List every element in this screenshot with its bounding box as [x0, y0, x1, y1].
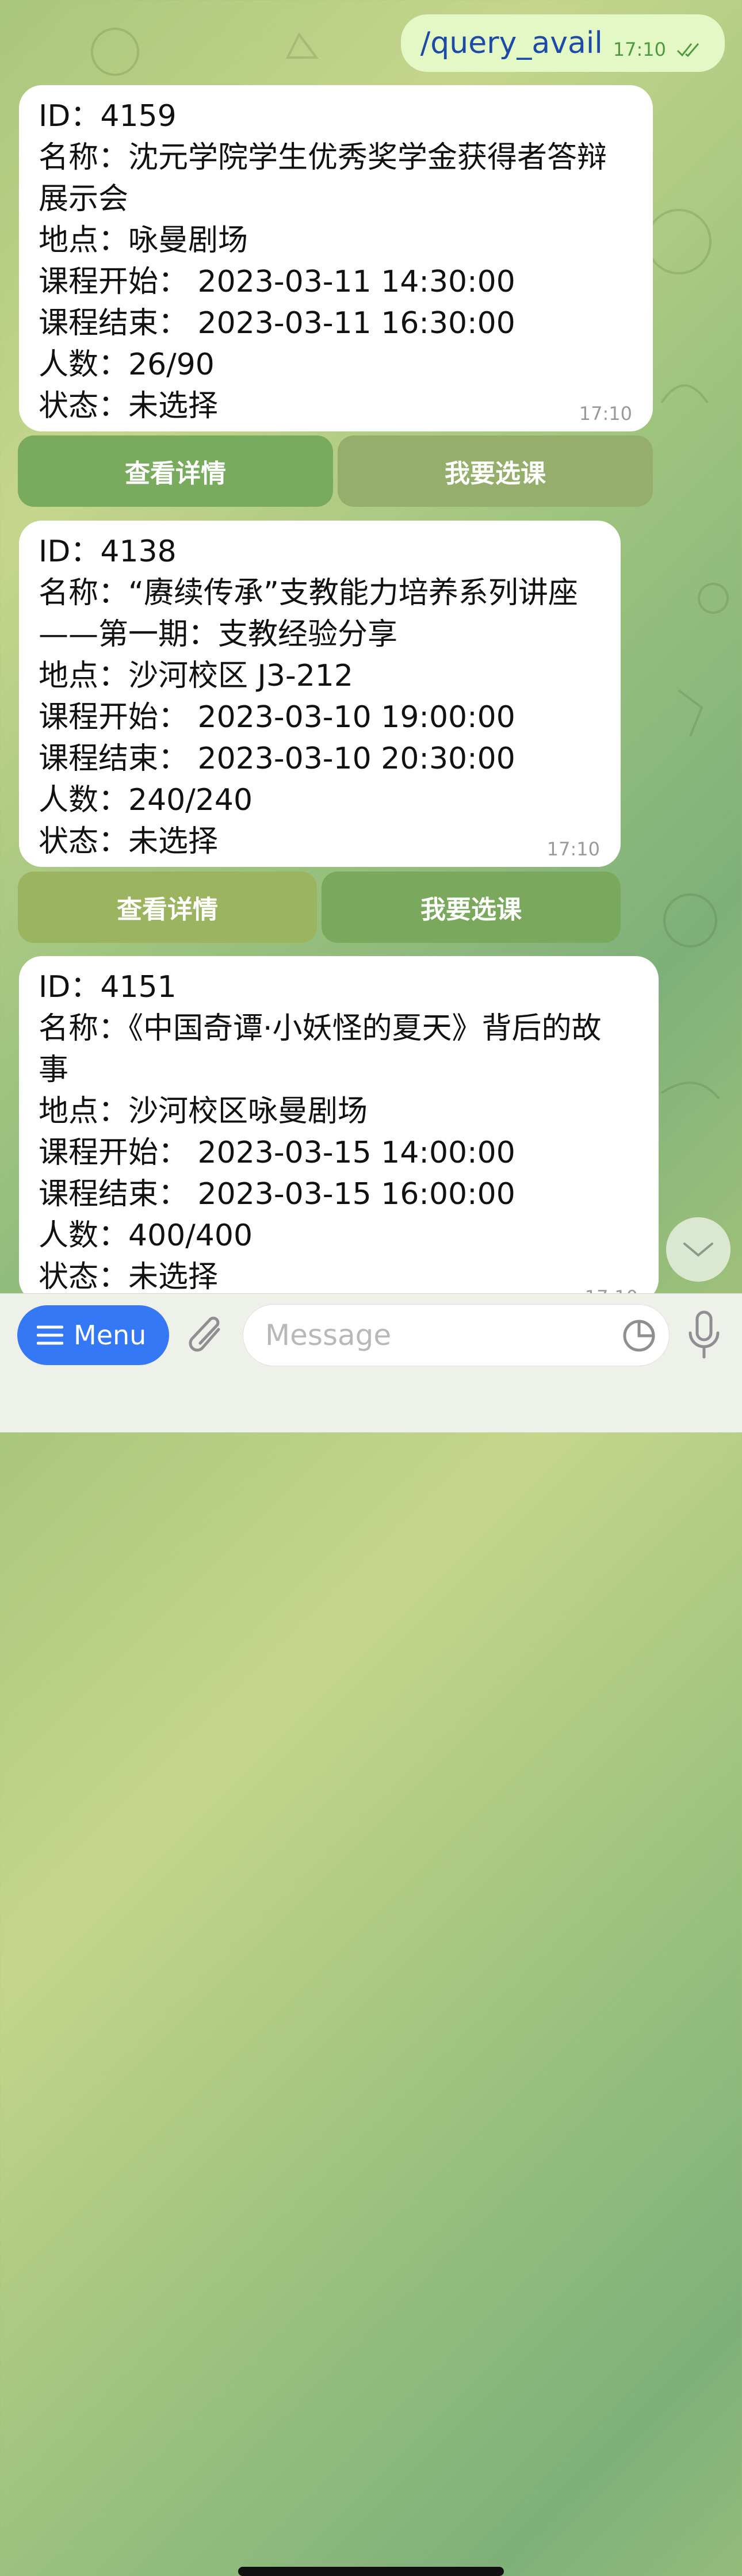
chat-area[interactable]: /query_avail 17:10 ID：4159 名称：沈元学院学生优秀奖学… — [0, 0, 742, 1293]
course-name-continued: 展示会 — [39, 182, 129, 216]
check-double-icon — [676, 43, 699, 58]
course-status: 状态：未选择 — [39, 389, 219, 423]
course-start: 课程开始： 2023-03-15 14:00:00 — [39, 1136, 515, 1170]
course-capacity: 人数：400/400 — [39, 1218, 253, 1253]
inline-keyboard: 查看详情 我要选课 — [18, 435, 653, 507]
course-id: ID：4159 — [39, 99, 177, 133]
chevron-down-icon — [683, 1243, 713, 1257]
message-time: 17:10 — [579, 403, 632, 425]
course-name-continued: ——第一期：支教经验分享 — [39, 617, 398, 652]
outgoing-command-text: /query_avail — [420, 26, 603, 60]
course-start: 课程开始： 2023-03-10 19:00:00 — [39, 700, 515, 735]
course-message: ID：4151 名称：《中国奇谭·小妖怪的夏天》背后的故 事 地点：沙河校区咏曼… — [19, 956, 659, 1293]
scroll-to-bottom-button[interactable] — [666, 1217, 730, 1282]
course-start: 课程开始： 2023-03-11 14:30:00 — [39, 265, 515, 299]
bot-menu-button[interactable]: Menu — [17, 1305, 169, 1365]
course-id: ID：4151 — [39, 970, 177, 1004]
course-name: 名称：“赓续传承”支教能力培养系列讲座 — [39, 576, 578, 610]
microphone-icon[interactable] — [686, 1310, 722, 1360]
enroll-button[interactable]: 我要选课 — [338, 435, 653, 507]
course-message: ID：4159 名称：沈元学院学生优秀奖学金获得者答辩 展示会 地点：咏曼剧场 … — [19, 85, 653, 431]
menu-label: Menu — [74, 1320, 147, 1351]
message-time: 17:10 — [546, 838, 600, 860]
view-details-button[interactable]: 查看详情 — [18, 872, 317, 943]
course-capacity: 人数：240/240 — [39, 783, 253, 817]
course-name-continued: 事 — [39, 1053, 69, 1087]
message-field[interactable] — [243, 1304, 670, 1366]
course-location: 地点：咏曼剧场 — [39, 223, 248, 258]
home-indicator — [238, 2567, 504, 2576]
course-end: 课程结束： 2023-03-11 16:30:00 — [39, 306, 515, 341]
course-message: ID：4138 名称：“赓续传承”支教能力培养系列讲座 ——第一期：支教经验分享… — [19, 521, 621, 867]
composer-bar: Menu — [0, 1293, 742, 2576]
paperclip-icon[interactable] — [185, 1312, 229, 1358]
course-name: 名称：《中国奇谭·小妖怪的夏天》背后的故 — [39, 1011, 602, 1046]
outgoing-message: /query_avail 17:10 — [400, 14, 725, 72]
course-capacity: 人数：26/90 — [39, 347, 215, 382]
course-end: 课程结束： 2023-03-15 16:00:00 — [39, 1177, 515, 1211]
menu-lines-icon — [37, 1325, 63, 1345]
view-details-button[interactable]: 查看详情 — [18, 435, 333, 507]
course-id: ID：4138 — [39, 534, 177, 569]
enroll-button[interactable]: 我要选课 — [322, 872, 621, 943]
sticker-icon[interactable] — [622, 1318, 656, 1353]
course-location: 地点：沙河校区咏曼剧场 — [39, 1094, 368, 1129]
course-status: 状态：未选择 — [39, 1260, 219, 1293]
course-name: 名称：沈元学院学生优秀奖学金获得者答辩 — [39, 140, 607, 175]
inline-keyboard: 查看详情 我要选课 — [18, 872, 621, 943]
message-time: 17:10 — [585, 1286, 638, 1293]
course-end: 课程结束： 2023-03-10 20:30:00 — [39, 742, 515, 776]
message-input[interactable] — [264, 1318, 600, 1352]
outgoing-time: 17:10 — [613, 39, 666, 60]
course-location: 地点：沙河校区 J3-212 — [39, 659, 353, 693]
course-status: 状态：未选择 — [39, 824, 219, 859]
